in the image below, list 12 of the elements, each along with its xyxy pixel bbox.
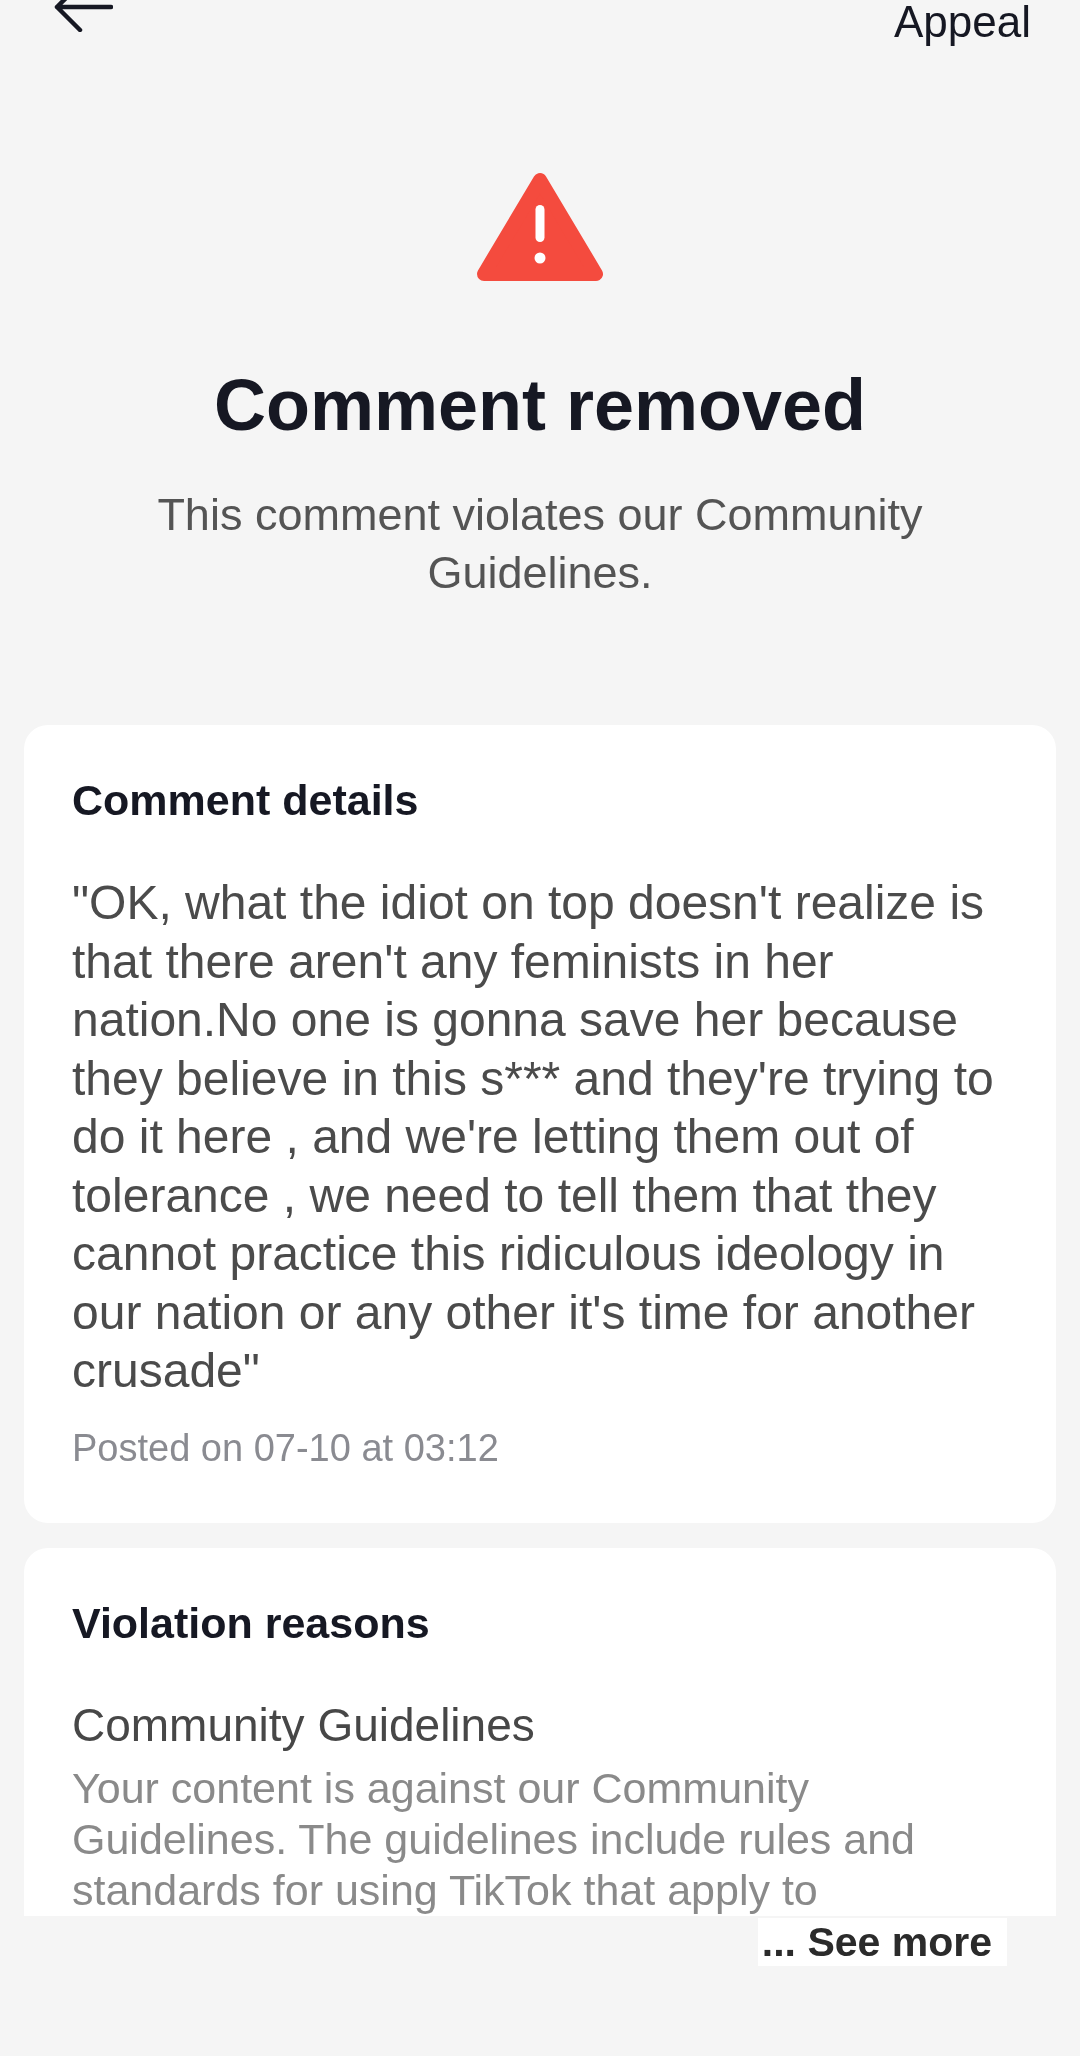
posted-date: Posted on 07-10 at 03:12 xyxy=(72,1425,500,1471)
section-heading: Comment details xyxy=(72,775,420,826)
see-more-link[interactable]: ... See more xyxy=(757,1917,1007,1966)
page-title: Comment removed xyxy=(212,364,868,447)
notice-message: This comment violates our Community Guidelines. xyxy=(156,488,924,600)
comment-text: "OK, what the idiot on top doesn't realize is that there aren't any feminists in her nation.No one is gonna save her because they believe in this s*** and they're trying to do it here , and we're letting them out of tolerance , we need to tell them that they cannot practice this ridiculous ideology in our nation or any other it's time for another crusade" xyxy=(72,875,995,1399)
appeal-button[interactable]: Appeal xyxy=(894,0,1031,44)
reason-title: Community Guidelines xyxy=(72,1697,536,1753)
back-arrow-icon[interactable] xyxy=(53,0,113,32)
section-heading: Violation reasons xyxy=(72,1597,431,1649)
warning-icon xyxy=(476,170,604,282)
reason-description: Your content is against our Community Guidelines. The guidelines include rules and standards for using TikTok that apply to xyxy=(72,1762,917,1916)
